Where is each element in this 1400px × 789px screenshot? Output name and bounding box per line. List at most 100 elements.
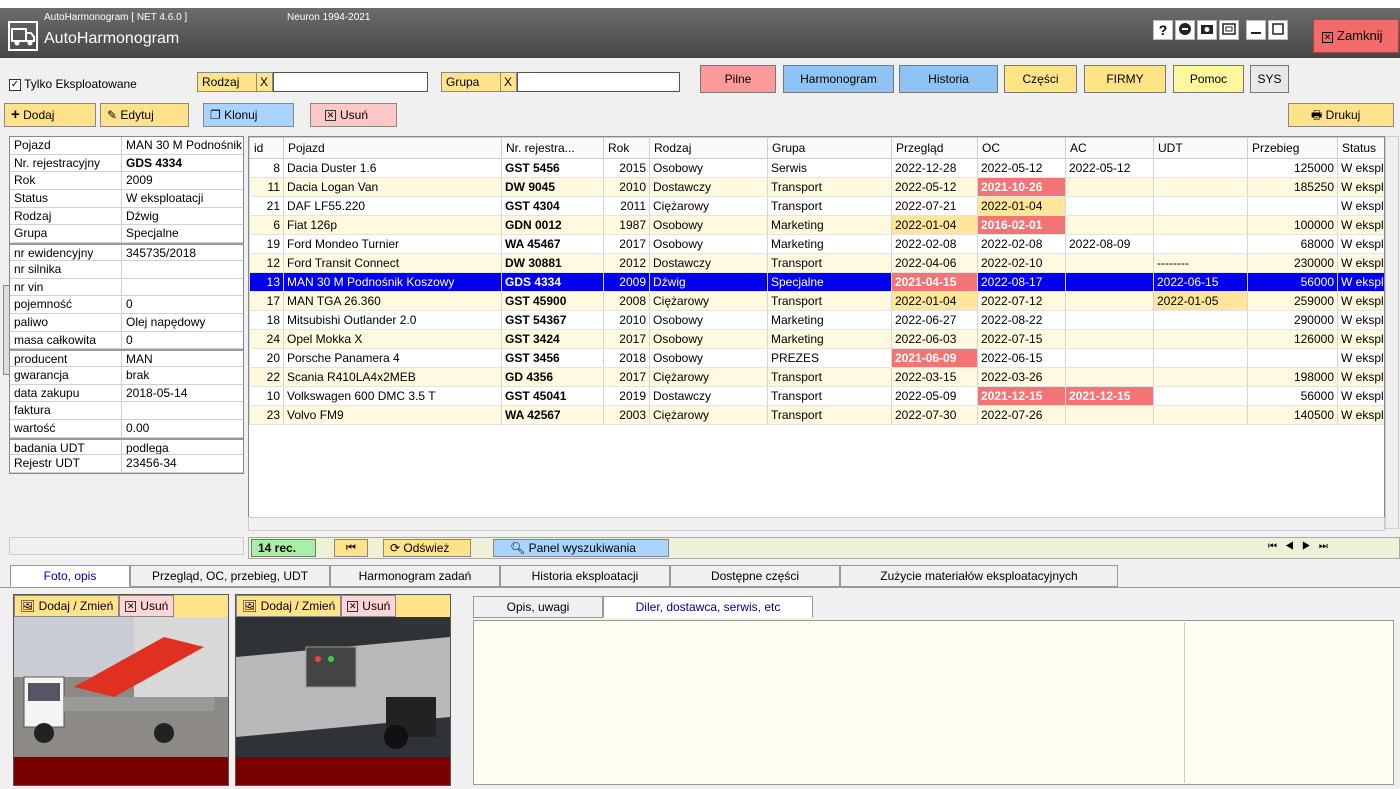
cell-pojazd[interactable]: Volkswagen 600 DMC 3.5 T [283,386,502,406]
photo-2-add-button[interactable]: 🖼︎ Dodaj / Zmień [236,595,342,617]
cell-przebieg[interactable]: 56000 [1247,272,1338,292]
cell-nr[interactable]: GST 4304 [501,196,604,216]
cell-status[interactable]: W eksploatacji [1337,291,1384,311]
cell-udt[interactable] [1153,329,1248,349]
cell-nr[interactable]: GST 45900 [501,291,604,311]
tab-0[interactable]: Foto, opis [10,565,130,587]
property-value[interactable] [122,261,243,278]
cell-grupa[interactable]: Marketing [767,329,892,349]
cell-udt[interactable] [1153,196,1248,216]
prev-icon[interactable]: ◀ [1285,541,1302,552]
czesci-button[interactable]: Części [1004,65,1077,93]
property-row[interactable]: gwarancja brak [10,366,243,385]
cell-rok[interactable]: 2012 [603,253,650,273]
cell-id[interactable]: 10 [249,386,284,406]
property-row[interactable]: pojemność 0 [10,296,243,314]
camera-button[interactable] [1197,20,1217,40]
cell-status[interactable]: W eksploatacji [1337,177,1384,197]
cell-rodzaj[interactable]: Ciężarowy [649,405,768,425]
table-row[interactable]: 20 Porsche Panamera 4 GST 3456 2018 Osobowy P… [249,348,1384,368]
cell-udt[interactable]: 2022-01-05 [1153,291,1248,311]
cell-id[interactable]: 18 [249,310,284,330]
cell-rodzaj[interactable]: Dostawczy [649,177,768,197]
search-panel-button[interactable]: 🔍︎ Panel wyszukiwania [493,539,669,557]
cell-udt[interactable] [1153,234,1248,254]
cell-status[interactable]: W eksploatacji [1337,234,1384,254]
cell-oc[interactable]: 2022-02-10 [977,253,1066,273]
property-value[interactable]: MAN 30 M Podnośnik Koszowy [122,137,243,154]
cell-przebieg[interactable]: 259000 [1247,291,1338,311]
historia-button[interactable]: Historia [899,65,998,93]
cell-ac[interactable] [1065,367,1154,387]
grid-hscroll[interactable] [248,517,1385,531]
cell-oc[interactable]: 2021-10-26 [977,177,1066,197]
cell-ac[interactable] [1065,310,1154,330]
cell-przebieg[interactable]: 230000 [1247,253,1338,273]
cell-id[interactable]: 13 [249,272,284,292]
cell-status[interactable]: W eksploatacji [1337,348,1384,368]
cell-udt[interactable] [1153,177,1248,197]
record-navigator[interactable]: ⏮◀▶⏭ [1268,541,1348,555]
cell-grupa[interactable]: Marketing [767,234,892,254]
cell-przeglad[interactable]: 2022-06-27 [891,310,978,330]
cell-pojazd[interactable]: Fiat 126p [283,215,502,235]
cell-id[interactable]: 20 [249,348,284,368]
sys-button[interactable]: SYS [1250,65,1289,93]
cell-status[interactable]: W eksploatacji [1337,329,1384,349]
property-row[interactable]: producent MAN [10,349,243,367]
cell-pojazd[interactable]: Dacia Duster 1.6 [283,158,502,178]
table-row[interactable]: 21 DAF LF55.220 GST 4304 2011 Ciężarowy Trans… [249,196,1384,216]
cell-ac[interactable] [1065,291,1154,311]
first-icon[interactable]: ⏮ [1268,541,1285,552]
only-active-checkbox[interactable]: ✓ [9,78,21,91]
cell-udt[interactable] [1153,215,1248,235]
property-value[interactable]: W eksploatacji [122,190,243,207]
photo-1-delete-button[interactable]: ✕ Usuń [119,595,175,617]
cell-ac[interactable] [1065,196,1154,216]
cell-nr[interactable]: DW 30881 [501,253,604,273]
collapse-handle[interactable] [3,285,10,375]
cell-grupa[interactable]: Transport [767,367,892,387]
grupa-clear-button[interactable]: X [499,73,512,91]
cell-przeglad[interactable]: 2022-04-06 [891,253,978,273]
cell-ac[interactable] [1065,177,1154,197]
property-value[interactable]: MAN [122,351,243,366]
property-row[interactable]: Nr. rejestracyjny GDS 4334 [10,154,243,173]
property-row[interactable]: masa całkowita 0 [10,331,243,350]
cell-nr[interactable]: GST 54367 [501,310,604,330]
property-row[interactable]: faktura [10,402,243,420]
column-header[interactable]: Status [1337,137,1384,159]
clone-button[interactable]: ❐ Klonuj [203,103,294,127]
cell-udt[interactable] [1153,348,1248,368]
cell-id[interactable]: 12 [249,253,284,273]
cell-rodzaj[interactable]: Dostawczy [649,253,768,273]
cell-ac[interactable] [1065,329,1154,349]
cell-przeglad[interactable]: 2022-05-09 [891,386,978,406]
cell-nr[interactable]: WA 42567 [501,405,604,425]
cell-pojazd[interactable]: Mitsubishi Outlander 2.0 [283,310,502,330]
cell-oc[interactable]: 2022-07-26 [977,405,1066,425]
subtab-0[interactable]: Opis, uwagi [473,596,603,618]
grupa-filter[interactable]: Grupa X [441,72,517,92]
cell-grupa[interactable]: Transport [767,177,892,197]
property-row[interactable]: nr silnika [10,260,243,279]
cell-udt[interactable] [1153,310,1248,330]
cell-przebieg[interactable] [1247,348,1338,368]
table-row[interactable]: 22 Scania R410LA4x2MEB GD 4356 2017 Ciężarow… [249,367,1384,387]
cell-przebieg[interactable]: 100000 [1247,215,1338,235]
column-header[interactable]: Rodzaj [649,137,768,159]
harmonogram-button[interactable]: Harmonogram [783,65,894,93]
cell-nr[interactable]: GST 3456 [501,348,604,368]
firmy-button[interactable]: FIRMY [1084,65,1166,93]
pilne-button[interactable]: Pilne [700,65,776,93]
property-value[interactable]: 2018-05-14 [122,385,243,402]
cell-przeglad[interactable]: 2022-05-12 [891,177,978,197]
cell-pojazd[interactable]: MAN TGA 26.360 [283,291,502,311]
add-button[interactable]: + Dodaj [4,103,96,127]
cell-udt[interactable]: -------- [1153,253,1248,273]
cell-status[interactable]: W eksploatacji [1337,196,1384,216]
cell-ac[interactable] [1065,272,1154,292]
table-row[interactable]: 13 MAN 30 M Podnośnik Koszowy GDS 4334 2009… [249,272,1384,292]
column-header[interactable]: Grupa [767,137,892,159]
cell-ac[interactable] [1065,253,1154,273]
